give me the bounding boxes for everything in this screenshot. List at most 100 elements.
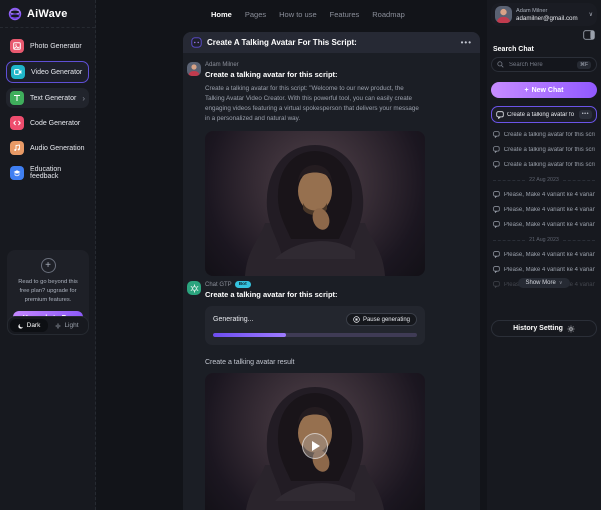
search-icon: [497, 61, 504, 68]
user-message-content: Adam Milner Create a talking avatar for …: [205, 62, 425, 276]
promo-text: Read to go beyond this free plan? upgrad…: [13, 278, 83, 305]
chevron-right-icon: ›: [82, 94, 85, 103]
history-item-label: Create a talking avatar for this scrip: [504, 162, 595, 168]
search-box: ⌘F: [491, 57, 597, 72]
pause-label: Pause generating: [363, 317, 410, 323]
history-item[interactable]: Create a talking avatar for this scrip: [493, 131, 595, 138]
aiwave-app: AiWave Photo Generator Video Generator T…: [0, 0, 601, 510]
generating-label: Generating...: [213, 316, 346, 323]
sidebar-item-label: Video Generator: [31, 69, 84, 76]
new-chat-label: New Chat: [532, 87, 564, 94]
chat-icon: [493, 266, 500, 273]
bot-message-content: Chat GTP Bot Create a talking avatar for…: [205, 281, 425, 510]
show-more-label: Show More: [525, 280, 555, 286]
light-mode-button[interactable]: Light: [48, 319, 86, 332]
bot-message-title: Create a talking avatar for this script:: [205, 290, 425, 299]
active-chat-label: Create a talking avatar fo: [507, 112, 576, 118]
history-item[interactable]: Create a talking avatar for this scrip: [493, 146, 595, 153]
bot-author-row: Chat GTP Bot: [205, 281, 425, 288]
history-date: 21 Aug 2023: [529, 237, 559, 243]
dark-mode-button[interactable]: Dark: [10, 319, 48, 332]
chat-icon: [493, 206, 500, 213]
bot-author: Chat GTP: [205, 282, 232, 288]
sidebar-item-education-feedback[interactable]: Education feedback: [6, 163, 89, 183]
history-setting-button[interactable]: History Setting: [491, 320, 597, 337]
collapse-panel-icon[interactable]: [583, 30, 595, 40]
search-chat-heading: Search Chat: [493, 46, 595, 53]
dark-label: Dark: [27, 322, 41, 329]
history-date-divider: 22 Aug 2023: [493, 177, 595, 183]
sidebar-item-code-generator[interactable]: Code Generator: [6, 113, 89, 133]
message-body: Create a talking avatar for this script:…: [205, 84, 425, 124]
play-icon: [312, 441, 320, 451]
audio-icon: [10, 141, 24, 155]
active-chat-item[interactable]: Create a talking avatar fo •••: [491, 106, 597, 123]
sidebar-item-video-generator[interactable]: Video Generator: [6, 61, 89, 83]
script-avatar-image: [205, 131, 425, 276]
sidebar-item-text-generator[interactable]: Text Generator ›: [6, 88, 89, 108]
history-item-label: Please, Make 4 variant ke 4 varian: [504, 207, 595, 213]
plus-circle-icon: +: [41, 258, 56, 273]
history-item-label: Please, Make 4 variant ke 4 varian: [504, 222, 595, 228]
search-shortcut-badge: ⌘F: [577, 61, 591, 69]
nav-home[interactable]: Home: [211, 10, 232, 19]
history-item[interactable]: Please, Make 4 variant ke 4 varian: [493, 266, 595, 273]
history-item-label: Please, Make 4 variant ke 4 varian: [504, 192, 595, 198]
bot-avatar: [187, 281, 201, 295]
history-item[interactable]: Please, Make 4 variant ke 4 varian: [493, 251, 595, 258]
nav-roadmap[interactable]: Roadmap: [372, 10, 405, 19]
history-item[interactable]: Please, Make 4 variant ke 4 varian: [493, 221, 595, 228]
aiwave-logo-icon: [8, 7, 22, 21]
chat-panel: Create A Talking Avatar For This Script:…: [183, 32, 480, 510]
progress-bar: [213, 333, 417, 337]
top-navigation: Home Pages How to use Features Roadmap: [211, 0, 405, 28]
play-button[interactable]: [302, 433, 328, 459]
education-icon: [10, 166, 24, 180]
nav-pages[interactable]: Pages: [245, 10, 266, 19]
sidebar-item-photo-generator[interactable]: Photo Generator: [6, 36, 89, 56]
bot-badge: Bot: [235, 281, 251, 288]
brand[interactable]: AiWave: [0, 0, 95, 28]
pause-generating-button[interactable]: Pause generating: [346, 313, 417, 326]
chat-icon: [493, 221, 500, 228]
chat-item-menu-button[interactable]: •••: [579, 110, 592, 120]
history-setting-label: History Setting: [513, 325, 563, 332]
sidebar-item-audio-generation[interactable]: Audio Generation: [6, 138, 89, 158]
history-item[interactable]: Create a talking avatar for this scrip: [493, 161, 595, 168]
sidebar-item-label: Education feedback: [30, 166, 85, 180]
bot-message: Chat GTP Bot Create a talking avatar for…: [187, 281, 480, 510]
search-input[interactable]: [507, 61, 574, 69]
chat-menu-button[interactable]: •••: [461, 38, 472, 47]
nav-features[interactable]: Features: [330, 10, 360, 19]
user-avatar: [187, 62, 201, 76]
history-item-label: Create a talking avatar for this scrip: [504, 147, 595, 153]
progress-fill: [213, 333, 286, 337]
light-label: Light: [64, 322, 78, 329]
generating-panel: Generating... Pause generating: [205, 306, 425, 345]
profile-name: Adam Milner: [516, 8, 585, 14]
right-sidebar: Adam Milner adamilner@gmail.com ∨ Search…: [487, 0, 601, 510]
chat-icon: [493, 251, 500, 258]
moon-icon: [18, 323, 24, 329]
nav-how-to-use[interactable]: How to use: [279, 10, 317, 19]
history-item[interactable]: Please, Make 4 variant ke 4 varian: [493, 206, 595, 213]
profile-texts: Adam Milner adamilner@gmail.com: [516, 8, 585, 22]
history-item-label: Please, Make 4 variant ke 4 varian: [504, 267, 595, 273]
chat-icon: [493, 191, 500, 198]
chat-icon: [493, 146, 500, 153]
profile-avatar: [495, 6, 512, 23]
chat-icon: [493, 161, 500, 168]
plus-icon: +: [525, 87, 529, 94]
left-sidebar: AiWave Photo Generator Video Generator T…: [0, 0, 96, 510]
history-item[interactable]: Please, Make 4 variant ke 4 varian: [493, 191, 595, 198]
history-date: 22 Aug 2023: [529, 177, 559, 183]
chat-title: Create A Talking Avatar For This Script:: [207, 38, 456, 47]
message-title: Create a talking avatar for this script:: [205, 70, 425, 79]
chat-bubble-icon: [191, 37, 202, 48]
user-profile-card[interactable]: Adam Milner adamilner@gmail.com ∨: [491, 3, 597, 26]
chat-icon: [493, 281, 500, 288]
show-more-button[interactable]: Show More ∨: [518, 278, 569, 288]
generator-menu: Photo Generator Video Generator Text Gen…: [0, 28, 95, 183]
sidebar-item-label: Audio Generation: [30, 145, 85, 152]
new-chat-button[interactable]: + New Chat: [491, 82, 597, 98]
